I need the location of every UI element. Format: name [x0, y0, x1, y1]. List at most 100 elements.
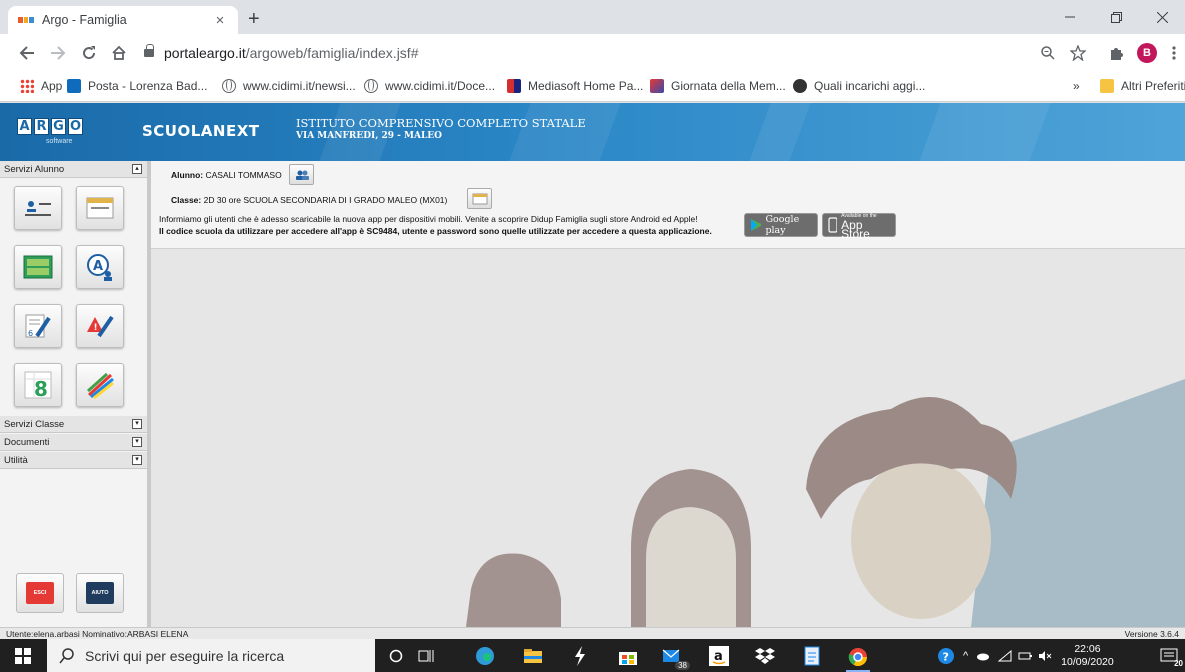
zoom-icon[interactable] [1038, 43, 1058, 63]
cortana-icon[interactable] [384, 644, 408, 668]
app-lightning-icon[interactable] [568, 644, 592, 668]
classe-row: Classe: 2D 30 ore SCUOLA SECONDARIA DI I… [171, 195, 448, 205]
address-bar[interactable]: portaleargo.it/argoweb/famiglia/index.js… [140, 38, 1120, 68]
google-play-badge[interactable]: Google play [744, 213, 818, 237]
alunno-name: CASALI TOMMASO [205, 170, 282, 180]
forward-icon[interactable] [47, 42, 69, 64]
version-label: Versione 3.6.4 [1124, 629, 1179, 639]
bookmarks-overflow[interactable]: » [1073, 79, 1080, 93]
expand-icon[interactable]: ▾ [132, 455, 142, 465]
orario-button[interactable]: 8 [14, 363, 62, 407]
voti-button[interactable] [14, 245, 62, 289]
file-explorer-icon[interactable] [521, 644, 545, 668]
change-student-button[interactable] [289, 164, 314, 185]
taskbar-search[interactable]: Scrivi qui per eseguire la ricerca [47, 639, 375, 672]
bookmark-item[interactable]: www.cidimi.it/Doce... [364, 79, 495, 93]
browser-toolbar: portaleargo.it/argoweb/famiglia/index.js… [0, 34, 1185, 72]
outlook-icon [67, 79, 81, 93]
new-tab-button[interactable]: + [248, 9, 260, 29]
restore-icon[interactable] [1093, 0, 1139, 34]
bookmark-folder[interactable]: Altri Preferiti [1100, 79, 1185, 93]
argo-favicon-icon [18, 17, 35, 23]
home-icon[interactable] [108, 42, 130, 64]
onedrive-icon[interactable] [976, 651, 990, 661]
note-button[interactable]: 6 [14, 304, 62, 348]
edge-icon[interactable] [473, 644, 497, 668]
window-close-icon[interactable] [1139, 0, 1185, 34]
task-view-icon[interactable] [414, 644, 438, 668]
svg-text:8: 8 [34, 377, 48, 400]
aiuto-button[interactable]: AIUTO [76, 573, 124, 613]
reload-icon[interactable] [78, 42, 100, 64]
bookmark-label: App [41, 79, 63, 93]
google-play-label: Google play [765, 214, 800, 236]
section-label: Servizi Classe [4, 419, 65, 430]
section-servizi-alunno[interactable]: Servizi Alunno ▴ [0, 161, 147, 178]
extensions-icon[interactable] [1106, 43, 1126, 63]
class-details-button[interactable] [467, 188, 492, 209]
app-store-label: App Store [841, 217, 870, 241]
clock-time: 22:06 [1074, 642, 1101, 655]
collapse-icon[interactable]: ▴ [132, 164, 142, 174]
grades-icon [23, 255, 53, 279]
assenze-button[interactable]: A [76, 245, 124, 289]
section-servizi-classe[interactable]: Servizi Classe ▾ [0, 416, 147, 433]
esci-button[interactable]: ESCI [16, 573, 64, 613]
screen: Argo - Famiglia × + portaleargo.it/argow… [0, 0, 1185, 672]
notebook-pencil-icon: 6 [25, 314, 51, 338]
store-icon[interactable] [616, 644, 640, 668]
expand-icon[interactable]: ▾ [132, 437, 142, 447]
calendar-8-icon: 8 [24, 371, 52, 400]
app-notice-code: Il codice scuola da utilizzare per acced… [159, 226, 712, 236]
help-tray-icon[interactable]: ? [937, 647, 955, 665]
wifi-icon[interactable] [998, 649, 1012, 662]
curriculum-button[interactable] [76, 363, 124, 407]
product-name: SCUOLANEXT [142, 122, 260, 140]
alunno-row: Alunno: CASALI TOMMASO [171, 170, 282, 180]
minimize-icon[interactable] [1047, 0, 1093, 34]
bookmark-item[interactable]: Quali incarichi aggi... [793, 79, 925, 93]
url-domain: portaleargo.it [164, 45, 246, 61]
section-utilita[interactable]: Utilità ▾ [0, 452, 147, 469]
bookmark-apps[interactable]: App [20, 79, 62, 93]
main-content-area [151, 249, 1185, 627]
document-icon[interactable] [800, 644, 824, 668]
browser-tab[interactable]: Argo - Famiglia × [8, 6, 238, 34]
amazon-icon[interactable]: a [707, 644, 731, 668]
app-store-badge[interactable]: Available on the App Store [822, 213, 896, 241]
anagrafe-button[interactable] [14, 186, 62, 230]
profile-avatar[interactable]: B [1137, 43, 1157, 63]
tray-chevron-icon[interactable]: ^ [963, 650, 968, 662]
card-icon [86, 197, 114, 219]
windows-start-icon[interactable] [11, 644, 35, 668]
bookmark-star-icon[interactable] [1068, 43, 1088, 63]
tasse-button[interactable] [76, 186, 124, 230]
svg-text:!: ! [94, 323, 98, 333]
bookmark-label: www.cidimi.it/newsi... [243, 79, 356, 93]
browser-tabstrip: Argo - Famiglia × + [0, 0, 1185, 34]
logo-subtitle: software [46, 138, 73, 145]
site-icon [793, 79, 807, 93]
bookmark-item[interactable]: Posta - Lorenza Bad... [67, 79, 207, 93]
back-icon[interactable] [16, 42, 38, 64]
menu-icon[interactable] [1164, 43, 1184, 63]
notifications-icon[interactable]: 20 [1157, 644, 1183, 668]
mail-icon[interactable]: 38 [662, 644, 690, 670]
aiuto-label: AIUTO [86, 582, 114, 604]
bookmark-label: www.cidimi.it/Doce... [385, 79, 496, 93]
chrome-taskbar-icon[interactable] [846, 644, 870, 672]
expand-icon[interactable]: ▾ [132, 419, 142, 429]
bookmark-item[interactable]: Giornata della Mem... [650, 79, 786, 93]
tab-close-icon[interactable]: × [212, 12, 228, 29]
bookmark-item[interactable]: www.cidimi.it/newsi... [222, 79, 356, 93]
system-tray: ? ^ 22:06 10/09/2020 [937, 639, 1114, 672]
bookmark-item[interactable]: Mediasoft Home Pa... [507, 79, 643, 93]
clock[interactable]: 22:06 10/09/2020 [1061, 643, 1114, 669]
volume-icon[interactable] [1038, 650, 1052, 662]
promemoria-button[interactable]: ! [76, 304, 124, 348]
clock-date: 10/09/2020 [1061, 655, 1114, 668]
dropbox-icon[interactable] [753, 644, 777, 668]
battery-icon[interactable] [1018, 651, 1033, 661]
section-documenti[interactable]: Documenti ▾ [0, 434, 147, 451]
argo-logo: A R G O [17, 118, 83, 135]
